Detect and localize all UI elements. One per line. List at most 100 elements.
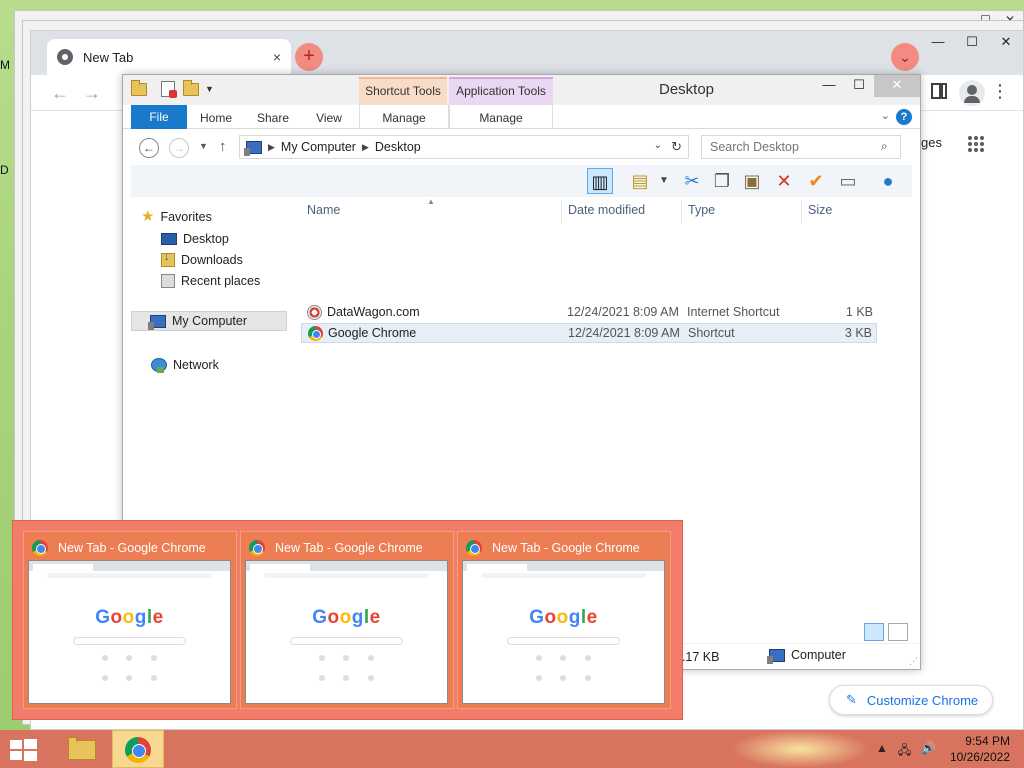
tab-new-tab[interactable]: New Tab × (47, 39, 291, 75)
pencil-icon: ✎ (846, 692, 857, 707)
forward-icon[interactable]: → (169, 138, 189, 158)
minimize-icon[interactable]: — (921, 31, 955, 55)
breadcrumb-desktop[interactable]: Desktop (375, 140, 421, 154)
close-icon[interactable]: × (273, 49, 281, 65)
column-header-type[interactable]: Type (688, 203, 715, 217)
window-title: Desktop (659, 81, 715, 98)
sidebar-item-favorites[interactable]: ★ Favorites (141, 207, 212, 227)
clock[interactable]: 9:54 PM 10/26/2022 (950, 733, 1010, 765)
chrome-icon (308, 326, 323, 341)
application-tools-tab[interactable]: Application Tools (449, 77, 553, 105)
column-divider[interactable] (561, 201, 562, 223)
sidebar-item-downloads[interactable]: Downloads (161, 250, 243, 270)
forward-icon[interactable]: → (83, 83, 101, 104)
sidebar-item-network[interactable]: Network (151, 355, 219, 375)
sidebar-item-label: My Computer (172, 314, 248, 328)
window-controls: — ☐ ✕ (921, 31, 1023, 55)
file-row[interactable]: DataWagon.com 12/24/2021 8:09 AM Interne… (301, 303, 877, 323)
refresh-icon[interactable]: ↻ (671, 139, 682, 155)
back-icon[interactable]: ← (51, 83, 69, 104)
minimize-icon[interactable]: — (814, 75, 844, 97)
chevron-down-icon[interactable]: ▼ (205, 84, 214, 94)
show-hidden-icons-icon[interactable]: ▲ (876, 741, 888, 762)
apps-grid-icon[interactable] (967, 135, 985, 153)
windows-start-icon[interactable] (10, 739, 38, 761)
delete-icon[interactable]: ✕ (771, 168, 797, 194)
back-icon[interactable]: ← (139, 138, 159, 158)
file-type: Shortcut (688, 326, 735, 340)
check-icon[interactable]: ✔ (803, 168, 829, 194)
column-header-size[interactable]: Size (808, 203, 832, 217)
volume-icon[interactable]: 🔊 (921, 741, 936, 762)
sidebar-item-label: Network (173, 358, 219, 372)
window-thumbnail[interactable]: New Tab - Google Chrome Google (457, 531, 671, 709)
chevron-right-icon[interactable]: ▶ (362, 142, 369, 153)
copy-icon[interactable]: ❐ (709, 168, 735, 194)
folder-options-icon[interactable]: ▤ (627, 168, 653, 194)
thumbnail-preview: Google (245, 560, 448, 704)
column-header-date-modified[interactable]: Date modified (568, 203, 645, 217)
help-icon[interactable]: ? (896, 109, 912, 125)
network-icon[interactable]: 🖧 (898, 741, 911, 762)
breadcrumb-my-computer[interactable]: My Computer (281, 140, 356, 154)
column-divider[interactable] (681, 201, 682, 223)
window-thumbnail[interactable]: New Tab - Google Chrome Google (240, 531, 454, 709)
more-menu-icon[interactable]: ⋮ (991, 81, 1009, 102)
window-thumbnail[interactable]: New Tab - Google Chrome Google (23, 531, 237, 709)
chrome-favicon-icon (57, 49, 73, 65)
chevron-down-icon[interactable]: ⌄ (654, 140, 662, 151)
column-divider[interactable] (801, 201, 802, 223)
system-tray: ▲ 🖧 🔊 (876, 741, 936, 762)
details-view-icon[interactable] (864, 623, 884, 641)
tab-share[interactable]: Share (249, 107, 297, 129)
ribbon-expand-icon[interactable]: ⌄ (881, 109, 890, 122)
properties-icon[interactable] (161, 81, 177, 98)
rename-icon[interactable]: ▭ (835, 168, 861, 194)
desktop-icon-label: M (0, 58, 10, 72)
close-icon[interactable]: ✕ (874, 75, 920, 97)
preview-pane-icon[interactable]: ▥ (587, 168, 613, 194)
google-logo: Google (312, 607, 381, 628)
quick-access-toolbar: ▼ (131, 79, 214, 98)
sidebar-item-recent-places[interactable]: Recent places (161, 271, 260, 291)
search-icon[interactable]: ⌕ (881, 139, 888, 154)
recent-locations-icon[interactable]: ▼ (199, 141, 208, 151)
paste-icon[interactable]: ▣ (739, 168, 765, 194)
tab-search-button[interactable]: ⌄ (891, 43, 919, 71)
tab-file[interactable]: File (131, 105, 187, 129)
new-folder-icon[interactable] (183, 79, 199, 96)
file-name: DataWagon.com (327, 305, 420, 319)
new-tab-button[interactable]: + (295, 43, 323, 71)
up-icon[interactable]: ↑ (219, 138, 227, 155)
file-row[interactable]: Google Chrome 12/24/2021 8:09 AM Shortcu… (301, 323, 877, 343)
maximize-icon[interactable]: ☐ (844, 75, 874, 97)
shortcut-tools-tab[interactable]: Shortcut Tools (359, 77, 447, 105)
customize-chrome-button[interactable]: ✎ Customize Chrome (829, 685, 993, 715)
downloads-icon (161, 251, 175, 267)
images-link[interactable]: ges (921, 135, 942, 150)
side-panel-icon[interactable] (931, 83, 947, 99)
cut-icon[interactable]: ✂ (679, 168, 705, 194)
profile-avatar-icon[interactable] (959, 80, 985, 106)
tab-manage-application[interactable]: Manage (449, 107, 553, 129)
tab-home[interactable]: Home (193, 107, 239, 129)
search-input[interactable] (701, 135, 901, 159)
chrome-icon (249, 540, 265, 556)
tab-view[interactable]: View (307, 107, 351, 129)
address-bar[interactable]: ▶ My Computer ▶ Desktop ⌄ ↻ (239, 135, 689, 159)
file-size: 3 KB (844, 326, 872, 340)
resize-grip-icon[interactable]: ⋰ (909, 656, 918, 667)
close-icon[interactable]: ✕ (989, 31, 1023, 55)
large-icons-view-icon[interactable] (888, 623, 908, 641)
tab-manage-shortcut[interactable]: Manage (359, 107, 449, 129)
sidebar-item-desktop[interactable]: Desktop (161, 229, 229, 249)
column-header-name[interactable]: Name (307, 203, 340, 217)
status-zone: Computer (767, 648, 846, 664)
sidebar-item-my-computer[interactable]: My Computer (131, 311, 287, 331)
maximize-icon[interactable]: ☐ (955, 31, 989, 55)
chevron-right-icon[interactable]: ▶ (268, 142, 275, 153)
taskbar-google-chrome[interactable] (112, 730, 164, 768)
globe-icon[interactable]: ● (875, 168, 901, 194)
chevron-down-icon[interactable]: ▼ (651, 168, 677, 194)
taskbar-file-explorer[interactable] (60, 730, 104, 768)
